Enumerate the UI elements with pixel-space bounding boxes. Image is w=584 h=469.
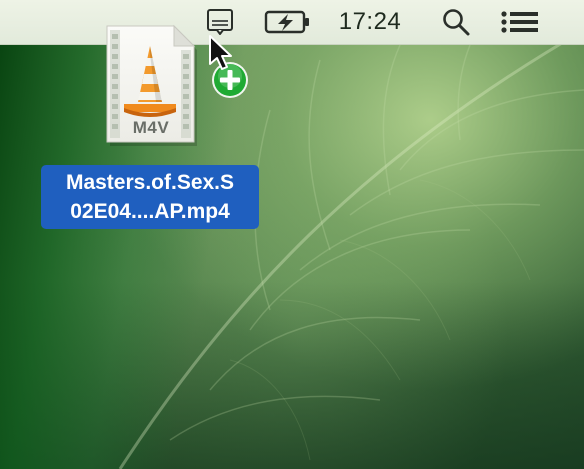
file-name-line-1: Masters.of.Sex.S (65, 171, 235, 194)
m4v-file-icon[interactable]: M4V (104, 24, 198, 146)
menu-clock[interactable]: 17:24 (330, 0, 410, 44)
notification-center-icon[interactable] (496, 0, 544, 44)
mouse-pointer-icon (208, 34, 234, 72)
battery-charging-icon[interactable] (262, 0, 314, 44)
file-name-line-2: 02E04....AP.mp4 (70, 200, 230, 223)
leaf-veins (118, 28, 584, 469)
spotlight-search-icon[interactable] (436, 0, 476, 44)
menu-bar: 17:24 (0, 0, 584, 45)
desktop-wallpaper[interactable] (0, 0, 584, 469)
file-type-badge: M4V (132, 118, 170, 137)
file-name-label[interactable]: Masters.of.Sex.S 02E04....AP.mp4 (41, 165, 259, 229)
